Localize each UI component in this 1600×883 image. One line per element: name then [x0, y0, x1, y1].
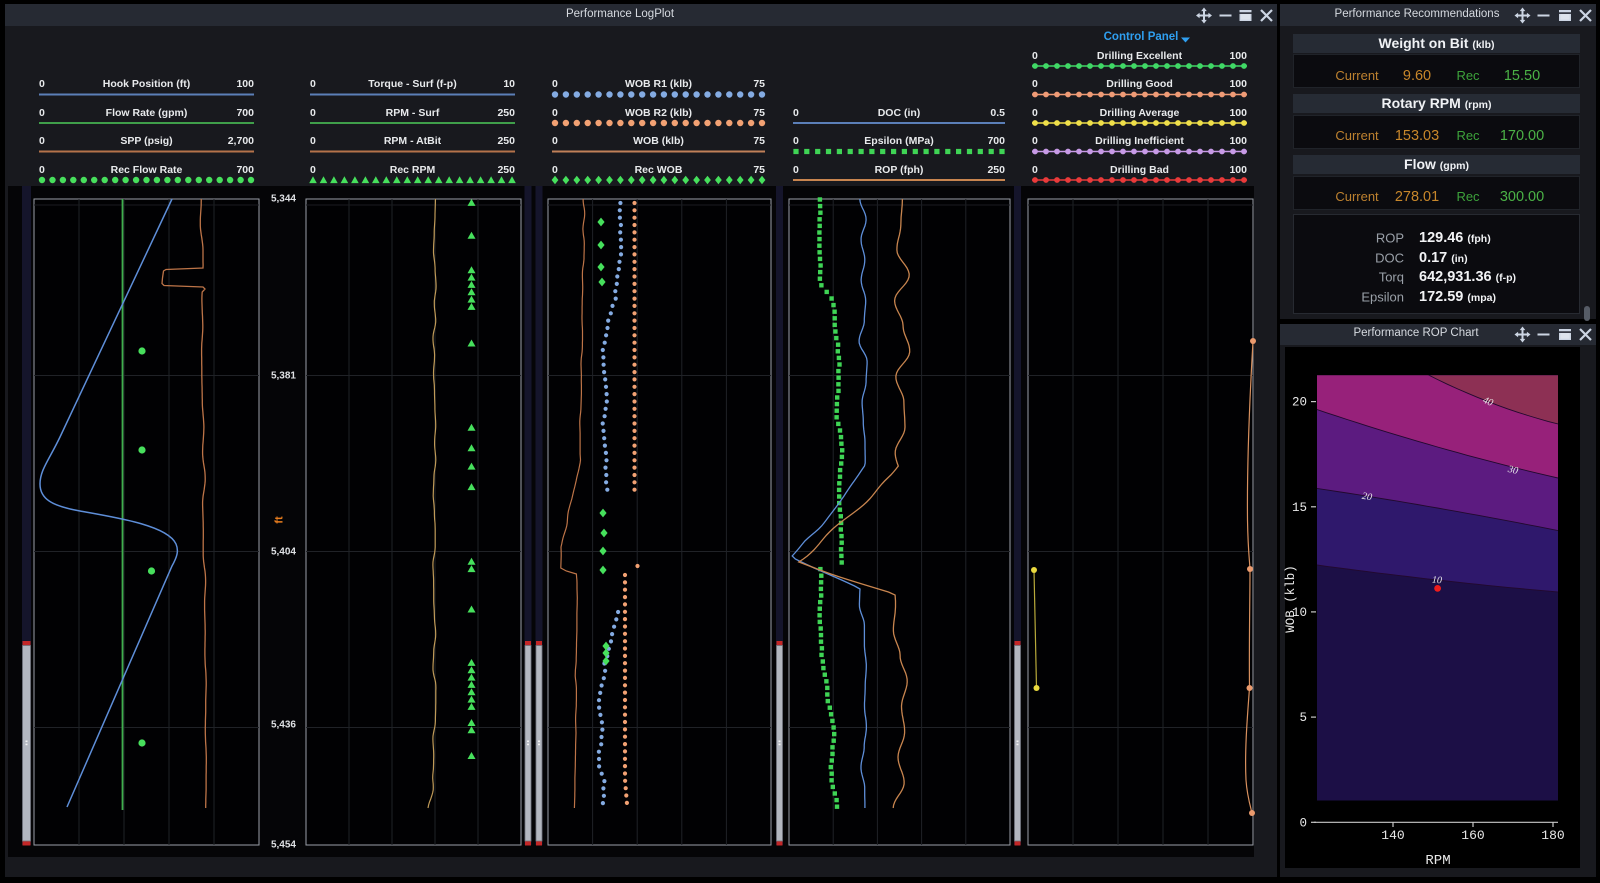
svg-text:15: 15 — [1292, 501, 1307, 515]
svg-text:160: 160 — [1461, 828, 1484, 843]
svg-text:WOB (klb): WOB (klb) — [1284, 565, 1298, 633]
svg-text:RPM: RPM — [1425, 853, 1450, 869]
svg-text:20: 20 — [1361, 491, 1373, 504]
svg-text:10: 10 — [1432, 575, 1443, 587]
svg-text:20: 20 — [1292, 396, 1307, 410]
svg-text:140: 140 — [1381, 828, 1404, 843]
svg-text:0: 0 — [1299, 816, 1307, 830]
svg-text:5: 5 — [1299, 711, 1307, 725]
svg-text:180: 180 — [1541, 828, 1564, 843]
